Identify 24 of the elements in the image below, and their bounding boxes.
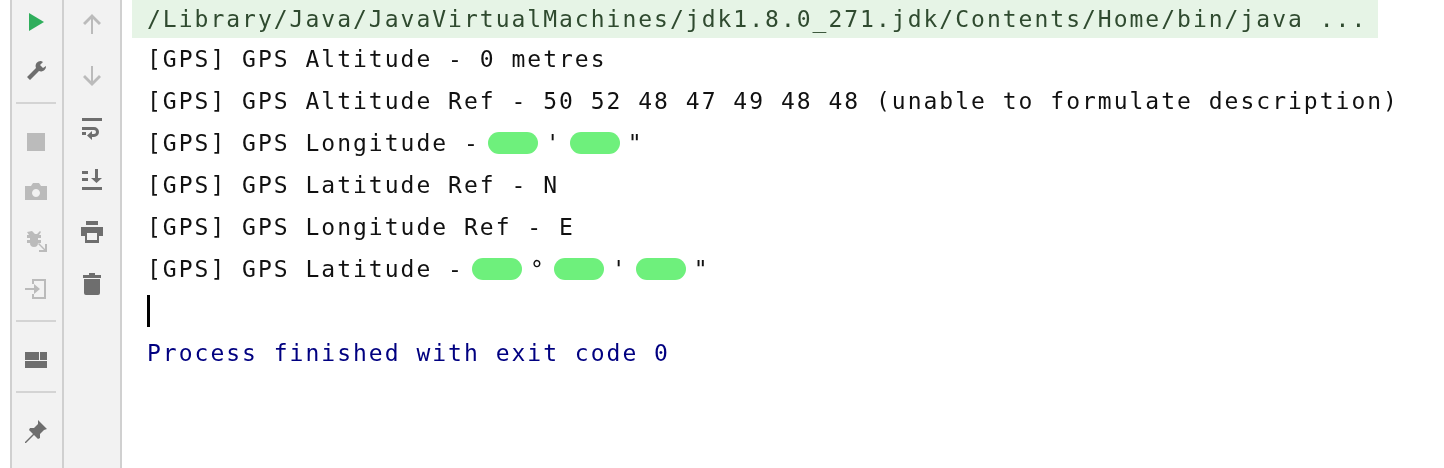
- console-text: [GPS] GPS Latitude Ref - N: [147, 171, 560, 200]
- pin-icon[interactable]: [24, 419, 48, 443]
- console-text: [GPS] GPS Latitude -: [147, 255, 464, 284]
- console-text: [GPS] GPS Longitude Ref - E: [147, 213, 575, 242]
- redaction-mark: [553, 258, 604, 280]
- console-text: [GPS] GPS Altitude - 0 metres: [147, 45, 607, 74]
- wrap-icon[interactable]: [80, 116, 104, 140]
- console-text: ': [545, 129, 562, 158]
- redaction-mark: [635, 258, 686, 280]
- console-text: [GPS] GPS Longitude -: [147, 129, 480, 158]
- command-line: /Library/Java/JavaVirtualMachines/jdk1.8.0_271.jdk/Contents/Home/bin/java ...: [147, 6, 1368, 32]
- text-cursor: [147, 295, 150, 327]
- console-text: ": [627, 129, 644, 158]
- printer-icon[interactable]: [80, 220, 104, 244]
- console-text: °: [529, 255, 546, 284]
- exit-message: Process finished with exit code 0: [147, 339, 670, 368]
- console-text: ': [611, 255, 628, 284]
- console-text: ": [693, 255, 710, 284]
- redaction-mark: [487, 132, 538, 154]
- console-text: [GPS] GPS Altitude Ref - 50 52 48 47 49 48 48 (unable to formulate description): [147, 87, 1399, 116]
- redaction-mark: [471, 258, 522, 280]
- scroll-to-end-icon[interactable]: [80, 168, 104, 192]
- redaction-mark: [569, 132, 620, 154]
- trash-icon[interactable]: [80, 272, 104, 296]
